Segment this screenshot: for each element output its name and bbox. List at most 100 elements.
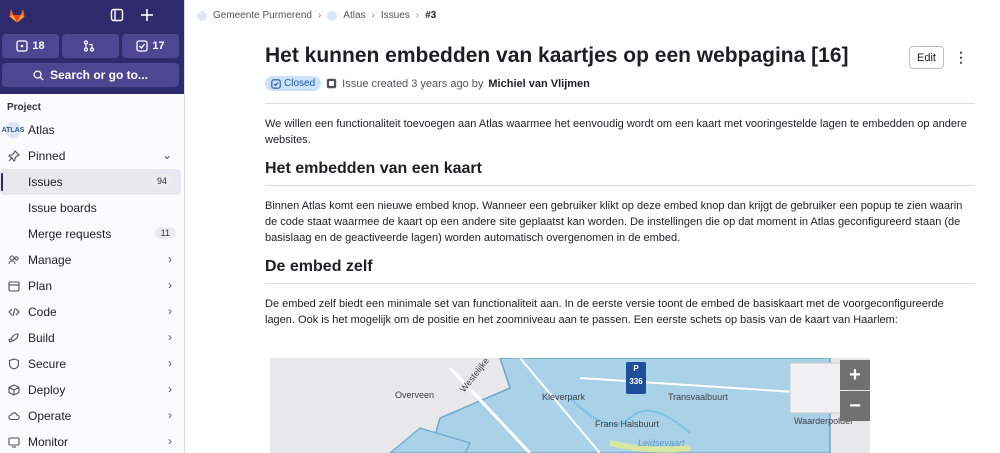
breadcrumb-project[interactable]: Atlas [343, 10, 365, 21]
chevron-right-icon: › [168, 382, 172, 396]
sidebar-item-label: Build [28, 331, 55, 345]
breadcrumb-section[interactable]: Issues [381, 10, 410, 21]
sidebar-item-label: Secure [28, 357, 67, 371]
code-icon [7, 305, 21, 319]
main-content: Gemeente Purmerend › Atlas › Issues › #3… [185, 0, 1000, 453]
merge-request-icon [83, 40, 94, 52]
calendar-icon [7, 279, 21, 293]
sidebar-item-label: Issues [28, 175, 63, 189]
chevron-right-icon: › [168, 434, 172, 448]
search-icon [33, 69, 44, 81]
breadcrumb-current[interactable]: #3 [425, 10, 436, 21]
chevron-right-icon: › [168, 304, 172, 318]
sidebar-header: 18 17 Search or go to... [0, 0, 184, 94]
users-icon [7, 253, 21, 267]
chevron-right-icon: › [168, 278, 172, 292]
sidebar-item-issues[interactable]: Issues 94 [0, 169, 181, 195]
map-sketch-image: P 336 Overveen Westelijke Randweg Klever… [270, 358, 870, 453]
chevron-down-icon: ⌄ [161, 148, 172, 162]
sidebar-item-project[interactable]: ATLAS Atlas [0, 117, 184, 143]
pinned-label: Pinned [28, 149, 66, 163]
project-avatar-small [327, 10, 338, 21]
sidebar-item-label: Merge requests [28, 227, 112, 241]
map-background [270, 358, 870, 453]
map-label: Transvaalbuurt [668, 392, 728, 402]
search-button[interactable]: Search or go to... [2, 63, 179, 87]
sidebar-item-pinned[interactable]: Pinned ⌄ [0, 143, 184, 169]
gitlab-logo-icon[interactable] [8, 6, 26, 24]
sidebar-item-operate[interactable]: Operate › [0, 403, 184, 429]
chevron-right-icon: › [415, 10, 420, 21]
parking-letter: P [633, 364, 639, 373]
issue-created-text: Issue created 3 years ago by [342, 77, 484, 90]
divider [265, 103, 975, 104]
sidebar-section-label: Project [7, 102, 41, 113]
sidebar-item-label: Operate [28, 409, 72, 423]
zoom-out-button[interactable]: − [840, 391, 870, 421]
map-label: Frans Halsbuurt [595, 419, 660, 429]
issues-icon [16, 40, 29, 52]
sidebar: 18 17 Search or go to... Project ATLAS A… [0, 0, 185, 453]
sidebar-item-secure[interactable]: Secure › [0, 351, 184, 377]
sidebar-item-plan[interactable]: Plan › [0, 273, 184, 299]
sidebar-item-label: Issue boards [28, 201, 97, 215]
breadcrumb-group[interactable]: Gemeente Purmerend [213, 10, 312, 21]
project-avatar: ATLAS [2, 122, 24, 138]
plus-icon[interactable] [140, 8, 154, 22]
issue-author[interactable]: Michiel van Vlijmen [488, 78, 589, 90]
issues-badge: 94 [150, 175, 173, 187]
chevron-right-icon: › [168, 252, 172, 266]
section-paragraph: Binnen Atlas komt een nieuwe embed knop.… [265, 200, 963, 244]
issue-intro: We willen een functionaliteit toevoegen … [265, 118, 967, 146]
sidebar-item-label: Code [28, 305, 57, 319]
search-label: Search or go to... [49, 68, 148, 82]
todo-icon [136, 40, 149, 52]
map-label: Overveen [395, 390, 435, 400]
breadcrumb: Gemeente Purmerend › Atlas › Issues › #3 [197, 10, 436, 21]
status-label: Closed [284, 78, 316, 89]
zoom-in-button[interactable]: + [840, 360, 870, 390]
section-heading: De embed zelf [265, 258, 975, 284]
map-label: Leidsevaart [638, 438, 685, 448]
chevron-right-icon: › [371, 10, 375, 21]
pin-icon [7, 149, 21, 163]
monitor-icon [7, 435, 21, 449]
merge-requests-counter-button[interactable] [62, 34, 119, 58]
group-avatar [197, 10, 207, 21]
todos-counter-button[interactable]: 17 [122, 34, 179, 58]
parking-number: 336 [629, 377, 643, 386]
rocket-icon [7, 331, 21, 345]
deploy-icon [7, 383, 21, 397]
chevron-right-icon: › [168, 330, 172, 344]
sidebar-item-monitor[interactable]: Monitor › [0, 429, 184, 453]
sidebar-item-manage[interactable]: Manage › [0, 247, 184, 273]
sidebar-item-merge-requests[interactable]: Merge requests 11 [0, 221, 184, 247]
shield-icon [7, 357, 21, 371]
issue-body: Het kunnen embedden van kaartjes op een … [265, 44, 975, 328]
status-badge: Closed [265, 76, 322, 91]
sidebar-item-label: Monitor [28, 435, 69, 449]
issue-closed-icon [271, 78, 281, 89]
sidebar-item-label: Manage [28, 253, 72, 267]
sidebar-item-label: Deploy [28, 383, 66, 397]
sidebar-item-build[interactable]: Build › [0, 325, 184, 351]
merge-requests-badge: 11 [154, 227, 176, 239]
todos-count: 17 [152, 40, 165, 52]
section-paragraph: De embed zelf biedt een minimale set van… [265, 298, 944, 326]
sidebar-item-code[interactable]: Code › [0, 299, 184, 325]
chevron-right-icon: › [168, 408, 172, 422]
map-label: Kleverpark [542, 392, 586, 402]
issues-count: 18 [32, 40, 45, 52]
project-name: Atlas [28, 123, 55, 137]
chevron-right-icon: › [168, 356, 172, 370]
sidebar-toggle-icon[interactable] [110, 8, 124, 22]
issue-title: Het kunnen embedden van kaartjes op een … [265, 44, 849, 67]
issue-meta: Closed Issue created 3 years ago by Mich… [265, 76, 975, 91]
issue-type-icon [326, 78, 337, 89]
sidebar-item-issue-boards[interactable]: Issue boards [0, 195, 184, 221]
chevron-right-icon: › [317, 10, 322, 21]
sidebar-item-label: Plan [28, 279, 53, 293]
section-heading: Het embedden van een kaart [265, 160, 975, 186]
sidebar-item-deploy[interactable]: Deploy › [0, 377, 184, 403]
issues-counter-button[interactable]: 18 [2, 34, 59, 58]
